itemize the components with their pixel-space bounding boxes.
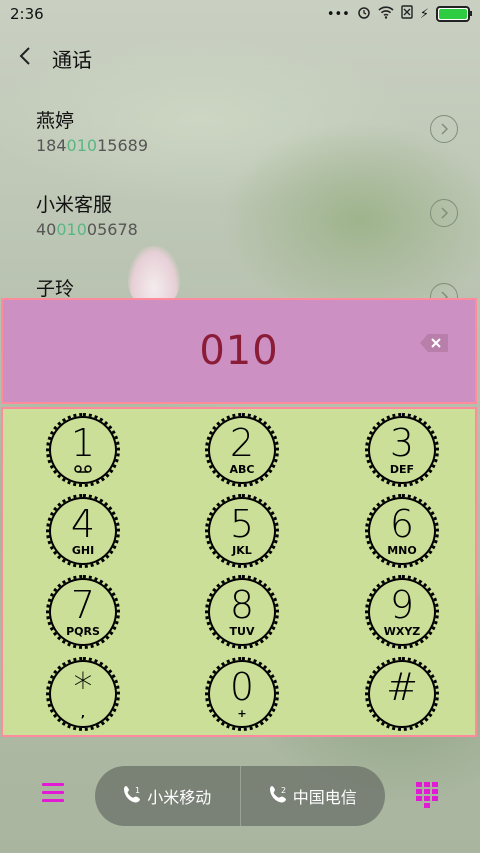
menu-icon[interactable] [42,783,64,805]
back-arrow-icon[interactable] [18,46,44,70]
chevron-right-icon[interactable] [430,199,458,227]
page-title: 通话 [52,47,92,72]
wifi-icon [378,5,394,23]
svg-text:2: 2 [281,786,286,795]
alarm-icon [357,5,371,23]
key-1[interactable]: 1 [46,413,120,487]
app-header: 通话 [0,40,480,76]
contact-name: 小米客服 [36,194,113,216]
dial-keypad: 1 2 ABC 3 DEF 4 GHI 5 JKL 6 MNO 7 PQRS 8 TUV 9W… [1,407,477,737]
key-3[interactable]: 3 DEF [365,413,439,487]
contact-name: 燕婷 [36,110,75,132]
dialed-number-display: 010 [1,298,477,404]
sim-call-buttons: 1 小米移动 2 中国电信 [95,766,385,826]
status-time: 2:36 [10,5,44,23]
key-8[interactable]: 8 TUV [205,575,279,649]
no-sim-icon [401,5,413,23]
sim1-label: 小米移动 [147,788,212,807]
key-4[interactable]: 4 GHI [46,494,120,568]
key-star[interactable]: *, [46,657,120,731]
contact-number: 4001005678 [36,220,138,239]
battery-icon [436,6,472,22]
more-dots-icon: ••• [326,6,350,22]
key-9[interactable]: 9 WXYZ [365,575,439,649]
status-bar: 2:36 ••• ⚡ [0,0,480,28]
key-6[interactable]: 6 MNO [365,494,439,568]
list-item[interactable]: 燕婷 18401015689 [0,92,480,176]
sim2-label: 中国电信 [292,788,357,807]
key-0[interactable]: 0 + [205,657,279,731]
phone-sim2-icon: 2 [269,785,287,807]
key-hash[interactable]: # [365,657,439,731]
svg-text:1: 1 [135,786,140,795]
call-sim1-button[interactable]: 1 小米移动 [95,766,240,826]
contact-number: 18401015689 [36,136,148,155]
backspace-icon[interactable] [419,333,449,353]
chevron-right-icon[interactable] [430,115,458,143]
call-sim2-button[interactable]: 2 中国电信 [241,766,386,826]
contact-name: 子玲 [36,278,75,300]
bottom-bar: 1 小米移动 2 中国电信 [0,766,480,826]
list-item[interactable]: 小米客服 4001005678 [0,176,480,260]
phone-sim1-icon: 1 [123,785,141,807]
voicemail-icon [74,463,92,475]
dialpad-toggle-icon[interactable] [416,782,438,808]
dialed-number: 010 [199,328,279,374]
key-7[interactable]: 7 PQRS [46,575,120,649]
charging-icon: ⚡ [419,6,429,22]
key-5[interactable]: 5 JKL [205,494,279,568]
key-2[interactable]: 2 ABC [205,413,279,487]
